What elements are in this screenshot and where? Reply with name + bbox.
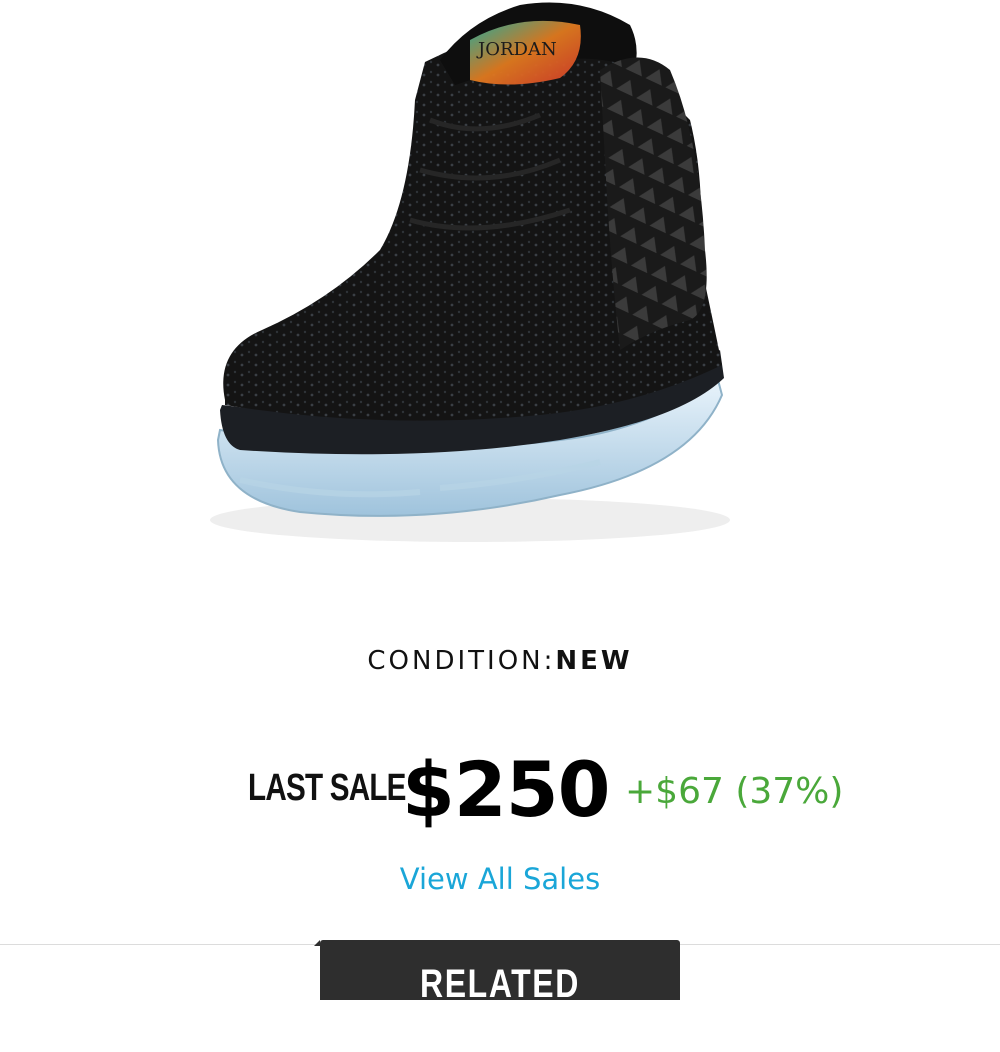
condition-label: CONDITION: [367, 646, 556, 676]
tab-related-products[interactable]: RELATED PRODUCTS [314, 940, 680, 1051]
svg-text:JORDAN: JORDAN [476, 39, 557, 60]
condition-line: CONDITION:NEW [0, 646, 1000, 676]
related-products-label: RELATED PRODUCTS [403, 962, 597, 1051]
last-sale-price: $250 [402, 745, 611, 834]
last-sale-label: LAST SALE [248, 767, 406, 809]
tab-notch [314, 940, 320, 946]
condition-value: NEW [555, 646, 633, 676]
price-change-badge: +$67 (37%) [625, 771, 844, 812]
view-all-sales-link[interactable]: View All Sales [0, 862, 1000, 896]
sneaker-photo: JORDAN [210, 2, 730, 542]
last-sale-row: LAST SALE $250 +$67 (37%) [0, 745, 1000, 835]
product-image: JORDAN [0, 0, 1000, 600]
